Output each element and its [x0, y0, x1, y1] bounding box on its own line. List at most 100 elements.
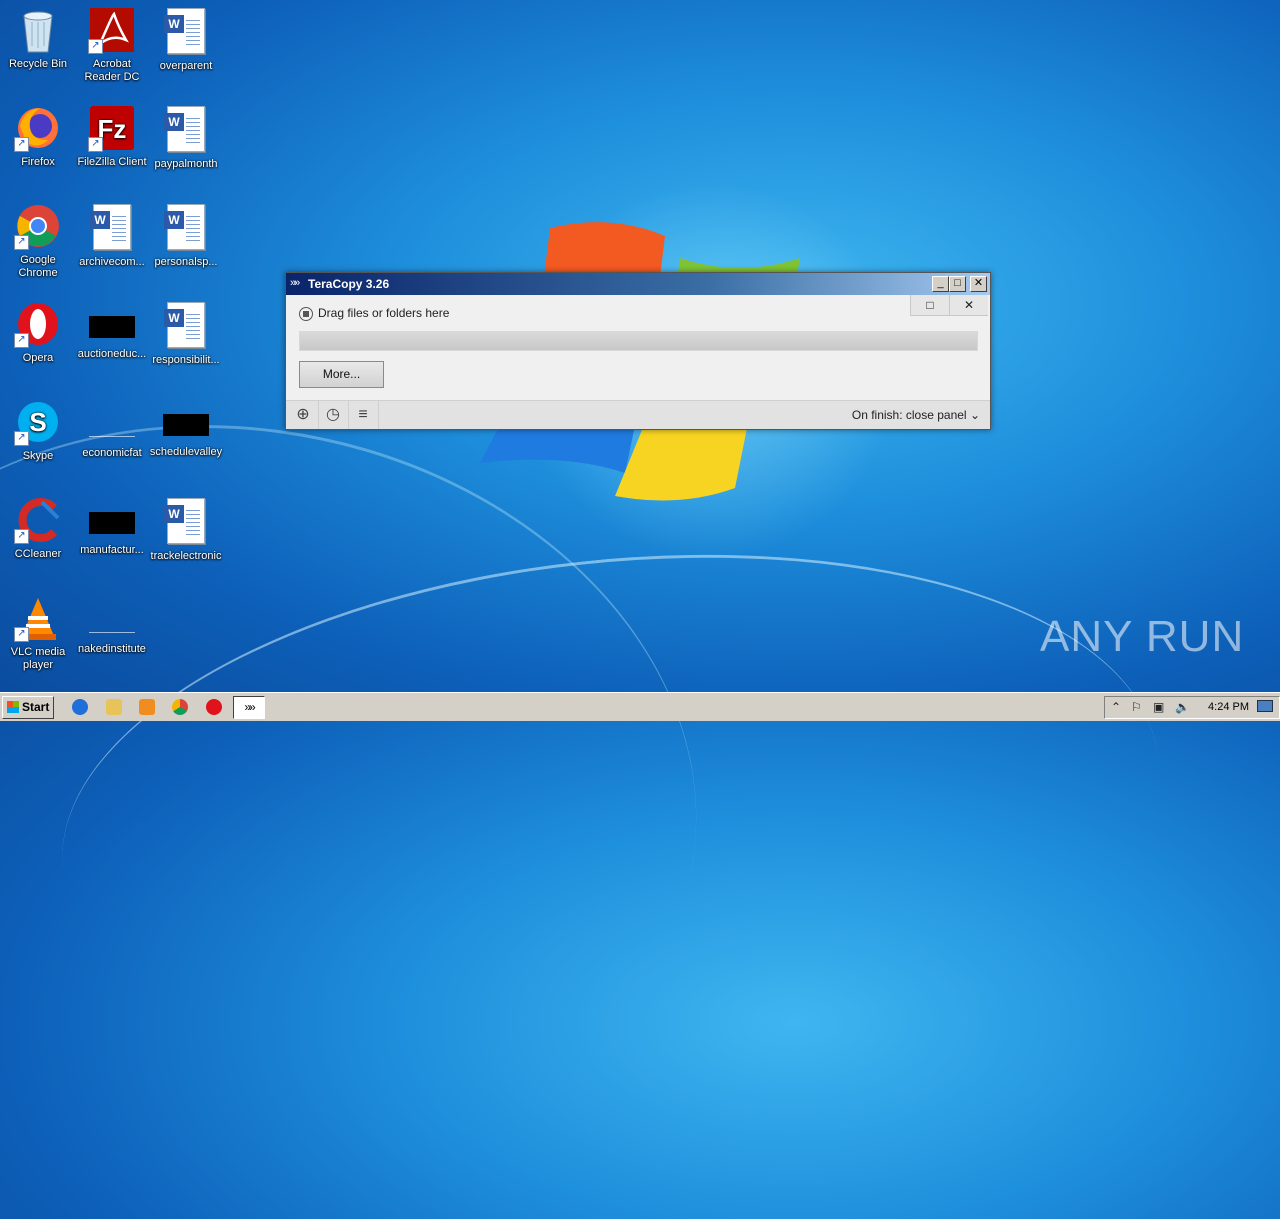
history-icon[interactable]: ◷ [318, 401, 349, 429]
desktop-icon-trackelectronic[interactable]: W trackelectronic [148, 496, 224, 563]
chrome-icon: ↗ [14, 202, 62, 250]
word-document-icon: W [88, 204, 136, 252]
windows-flag-icon [7, 701, 19, 713]
desktop-icon-google-chrome[interactable]: ↗ Google Chrome [0, 202, 76, 280]
filezilla-icon: Fz ↗ [88, 104, 136, 152]
desktop-icon-label: personalsp... [154, 256, 218, 268]
vlc-icon: ↗ [14, 594, 62, 642]
volume-icon[interactable]: 🔈 [1175, 700, 1190, 714]
desktop-icon-manufactur[interactable]: manufactur... [74, 496, 150, 557]
acrobat-icon: ↗ [88, 6, 136, 54]
desktop-icon-vlc[interactable]: ↗ VLC media player [0, 594, 76, 672]
svg-text:S: S [29, 407, 46, 437]
media-player-icon[interactable] [139, 699, 155, 715]
desktop-icon-economicfat[interactable]: economicfat [74, 398, 150, 460]
watermark: ANY RUN [1040, 612, 1245, 661]
desktop-icon-label: VLC media player [10, 646, 66, 671]
desktop-icon-label: paypalmonth [154, 158, 218, 170]
desktop-icon-overparent[interactable]: W overparent [148, 6, 224, 73]
desktop-icon-label: trackelectronic [150, 550, 222, 562]
desktop-icon-opera[interactable]: ↗ Opera [0, 300, 76, 365]
show-hidden-icons-icon[interactable]: ⌃ [1111, 700, 1121, 714]
desktop-icon-paypalmonth[interactable]: W paypalmonth [148, 104, 224, 171]
desktop-icon-nakedinstitute[interactable]: nakedinstitute [74, 594, 150, 656]
desktop-icon-archivecom[interactable]: W archivecom... [74, 202, 150, 269]
start-button[interactable]: Start [2, 696, 54, 719]
teracopy-taskbar-button[interactable]: »» [233, 696, 265, 719]
shortcut-arrow-icon: ↗ [14, 235, 29, 250]
desktop-icon-recycle-bin[interactable]: Recycle Bin [0, 6, 76, 71]
window-title: TeraCopy 3.26 [308, 277, 390, 291]
desktop-icon-acrobat[interactable]: ↗ Acrobat Reader DC [74, 6, 150, 84]
file-thumbnail-icon [89, 414, 135, 437]
desktop-icon-label: Acrobat Reader DC [84, 58, 140, 83]
system-tray: ⌃ ⚐ ▣ 🔈 4:24 PM [1104, 696, 1280, 719]
clock[interactable]: 4:24 PM [1208, 701, 1249, 713]
file-explorer-icon[interactable] [106, 699, 122, 715]
close-button[interactable]: ✕ [970, 276, 987, 292]
word-document-icon: W [162, 8, 210, 56]
action-center-flag-icon[interactable]: ⚐ [1131, 700, 1142, 714]
desktop-icon-schedulevalley[interactable]: schedulevalley [148, 398, 224, 459]
opera-taskbar-icon[interactable] [206, 699, 222, 715]
recycle-bin-icon [14, 6, 62, 54]
desktop-icon-label: economicfat [82, 447, 142, 459]
shortcut-arrow-icon: ↗ [14, 137, 29, 152]
shortcut-arrow-icon: ↗ [14, 431, 29, 446]
teracopy-app-icon: »» [290, 277, 300, 289]
word-document-icon: W [162, 106, 210, 154]
shortcut-arrow-icon: ↗ [88, 137, 103, 152]
desktop-icon-auctioneduc[interactable]: auctioneduc... [74, 300, 150, 361]
add-icon[interactable]: ⊕ [288, 401, 319, 429]
window-titlebar[interactable]: »» TeraCopy 3.26 _ □ ✕ [286, 273, 990, 295]
file-thumbnail-icon [89, 512, 135, 534]
internet-explorer-icon[interactable] [72, 699, 88, 715]
desktop-icon-firefox[interactable]: ↗ Firefox [0, 104, 76, 169]
desktop-icon-ccleaner[interactable]: ↗ CCleaner [0, 496, 76, 561]
word-document-icon: W [162, 498, 210, 546]
ccleaner-icon: ↗ [14, 496, 62, 544]
chevron-down-icon: ⌄ [969, 408, 980, 422]
skype-icon: S ↗ [14, 398, 62, 446]
panel-restore-button[interactable]: □ [910, 295, 949, 316]
network-icon[interactable]: ▣ [1153, 700, 1164, 714]
desktop-icon-label: CCleaner [14, 548, 62, 560]
teracopy-window[interactable]: »» TeraCopy 3.26 _ □ ✕ □ ✕ Drag files or… [285, 272, 991, 430]
desktop-icon-label: schedulevalley [149, 446, 223, 458]
status-row: Drag files or folders here [299, 306, 449, 321]
stop-icon[interactable] [299, 306, 313, 321]
desktop-icon-label: FileZilla Client [77, 156, 147, 168]
opera-icon: ↗ [14, 300, 62, 348]
word-document-icon: W [162, 204, 210, 252]
show-desktop-icon[interactable] [1257, 700, 1273, 712]
file-thumbnail-icon [89, 610, 135, 633]
progress-bar [299, 331, 978, 351]
word-document-icon: W [162, 302, 210, 350]
taskbar: Start »» ⌃ ⚐ ▣ 🔈 4:24 PM [0, 692, 1280, 721]
more-button[interactable]: More... [299, 361, 384, 388]
desktop-icon-label: auctioneduc... [77, 348, 147, 360]
minimize-button[interactable]: _ [932, 276, 949, 292]
file-thumbnail-icon [163, 414, 209, 436]
desktop-icon-label: Skype [22, 450, 54, 462]
menu-list-icon[interactable]: ≡ [348, 401, 379, 429]
desktop-icon-label: Opera [22, 352, 54, 364]
maximize-button[interactable]: □ [949, 276, 966, 292]
desktop-icon-label: archivecom... [79, 256, 145, 268]
file-thumbnail-icon [89, 316, 135, 338]
start-label: Start [22, 700, 50, 714]
status-text: Drag files or folders here [318, 306, 450, 320]
desktop-icon-filezilla[interactable]: Fz ↗ FileZilla Client [74, 104, 150, 169]
desktop-icon-label: overparent [159, 60, 213, 72]
desktop-icon-responsibilit[interactable]: W responsibilit... [148, 300, 224, 367]
desktop-icon-label: manufactur... [80, 544, 144, 556]
desktop-icon-label: Recycle Bin [8, 58, 68, 70]
desktop-icon-skype[interactable]: S ↗ Skype [0, 398, 76, 463]
panel-close-button[interactable]: ✕ [949, 295, 988, 316]
chrome-taskbar-icon[interactable] [172, 699, 188, 715]
desktop-icon-label: nakedinstitute [78, 643, 146, 655]
desktop-icon-personalsp[interactable]: W personalsp... [148, 202, 224, 269]
on-finish-dropdown[interactable]: On finish: close panel ⌄ [852, 408, 980, 422]
shortcut-arrow-icon: ↗ [14, 529, 29, 544]
shortcut-arrow-icon: ↗ [88, 39, 103, 54]
